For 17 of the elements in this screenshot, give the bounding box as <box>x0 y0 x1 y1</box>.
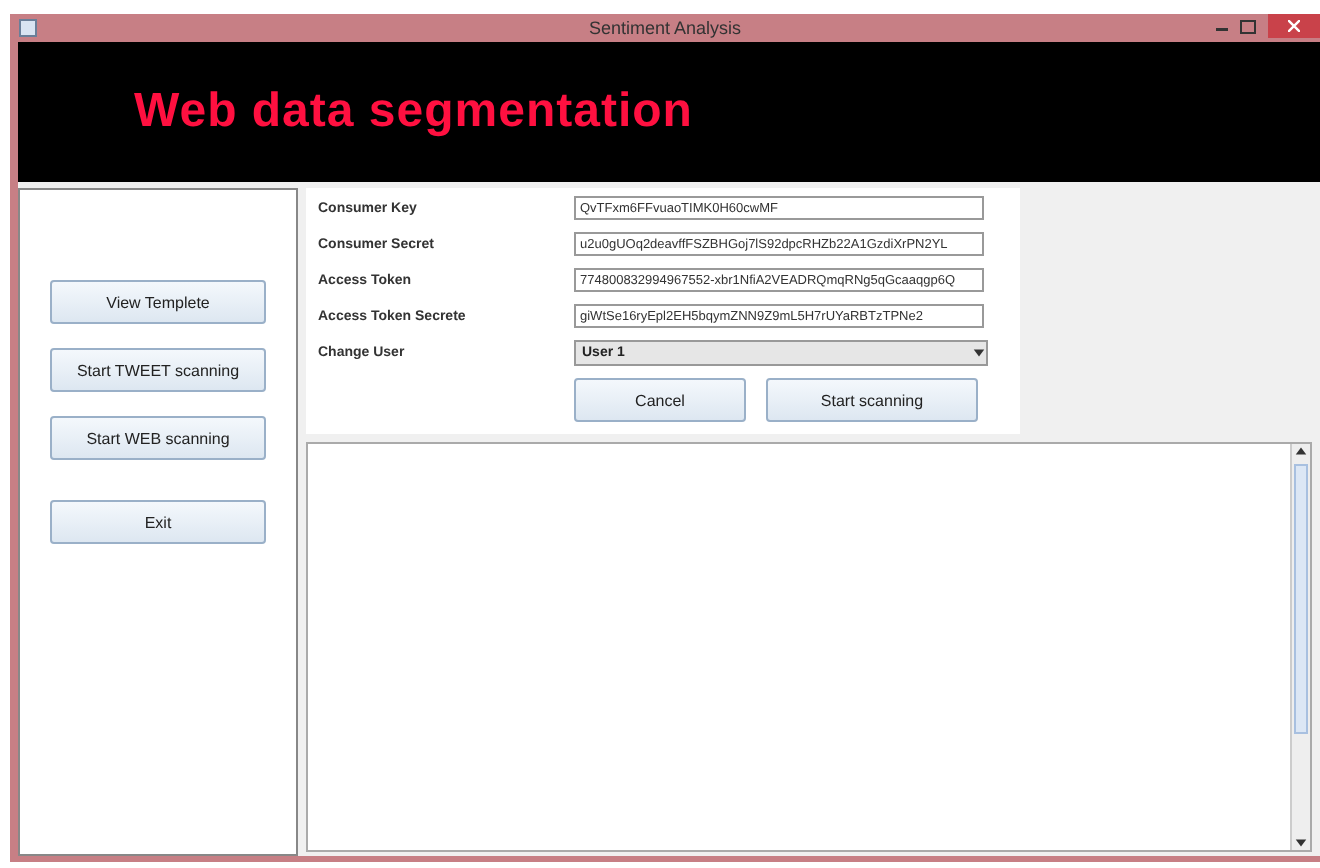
sidebar-button[interactable]: Start WEB scanning <box>50 416 266 460</box>
sidebar-button[interactable]: Start TWEET scanning <box>50 348 266 392</box>
close-button[interactable] <box>1268 14 1320 38</box>
banner-title: Web data segmentation <box>134 84 693 140</box>
sidebar-button[interactable]: View Templete <box>50 280 266 324</box>
window-title: Sentiment Analysis <box>588 18 742 38</box>
sidebar-button[interactable]: Exit <box>50 500 266 544</box>
form-button[interactable]: Cancel <box>574 378 746 422</box>
app-icon <box>18 18 38 38</box>
scroll-thumb[interactable] <box>1294 464 1308 734</box>
dropdown-arrow-icon[interactable] <box>972 346 986 360</box>
maximize-icon[interactable] <box>1240 19 1256 33</box>
scrollbar[interactable] <box>1290 444 1310 850</box>
form-button[interactable]: Start scanning <box>766 378 978 422</box>
scroll-up-icon[interactable] <box>1294 444 1308 458</box>
scroll-down-icon[interactable] <box>1294 836 1308 850</box>
close-icon <box>1288 20 1300 32</box>
